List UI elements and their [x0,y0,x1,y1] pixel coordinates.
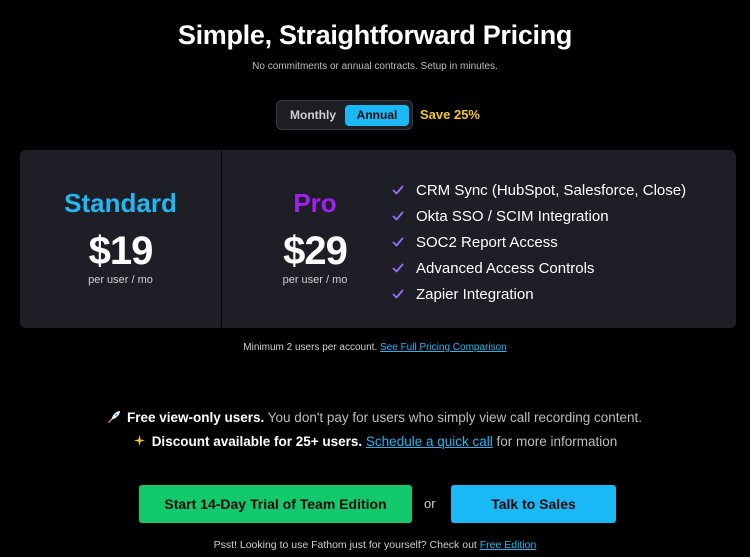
check-icon [392,211,404,221]
feature-item: Zapier Integration [392,281,686,307]
feature-item: CRM Sync (HubSpot, Salesforce, Close) [392,177,686,203]
feature-item: SOC2 Report Access [392,229,686,255]
billing-toggle: Monthly Annual [276,100,413,130]
info-bold: Discount available for 25+ users. [151,434,363,449]
footer-text: Psst! Looking to use Fathom just for you… [213,539,480,551]
check-icon [392,237,404,247]
plan-price: $19 [88,229,154,273]
toggle-monthly[interactable]: Monthly [281,105,345,126]
plan-unit: per user / mo [282,274,348,286]
schedule-call-link[interactable]: Schedule a quick call [366,434,493,449]
check-icon [392,185,404,195]
check-icon [392,289,404,299]
info-discount: Discount available for 25+ users. Schedu… [0,434,750,449]
feature-item: Advanced Access Controls [392,255,686,281]
footer-note: Psst! Looking to use Fathom just for you… [0,539,750,551]
feature-list: CRM Sync (HubSpot, Salesforce, Close) Ok… [392,177,686,307]
toggle-annual[interactable]: Annual [345,105,409,126]
plan-unit: per user / mo [88,274,153,286]
start-trial-button[interactable]: Start 14-Day Trial of Team Edition [139,485,412,523]
check-icon [392,263,404,273]
feature-label: Zapier Integration [416,285,534,303]
rocket-icon [108,410,121,423]
sparkle-icon [133,435,145,446]
feature-label: Okta SSO / SCIM Integration [416,207,609,225]
info-free-viewers: Free view-only users. You don't pay for … [0,410,750,425]
minimum-note-text: Minimum 2 users per account. [243,342,380,353]
plan-price: $29 [283,229,348,273]
plan-name: Standard [64,188,177,218]
info-bold: Free view-only users. [126,410,265,425]
page-title: Simple, Straightforward Pricing [177,20,573,50]
free-edition-link[interactable]: Free Edition [480,539,537,551]
talk-to-sales-button[interactable]: Talk to Sales [451,485,616,523]
feature-label: CRM Sync (HubSpot, Salesforce, Close) [416,181,687,199]
info-text: You don't pay for users who simply view … [264,410,643,425]
page-subtitle: No commitments or annual contracts. Setu… [252,61,498,72]
plan-name: Pro [293,188,337,218]
feature-label: Advanced Access Controls [416,259,595,277]
feature-label: SOC2 Report Access [416,233,558,251]
or-separator: or [424,496,436,511]
pricing-comparison-link[interactable]: See Full Pricing Comparison [380,342,507,353]
pricing-card: Standard $19 per user / mo Pro $29 per u… [20,150,736,328]
plan-standard: Standard $19 per user / mo [20,150,221,328]
minimum-note: Minimum 2 users per account. See Full Pr… [0,342,750,353]
save-badge: Save 25% [420,107,480,122]
info-text: for more information [492,434,618,449]
plan-pro: Pro $29 per user / mo [222,150,408,328]
feature-item: Okta SSO / SCIM Integration [392,203,686,229]
